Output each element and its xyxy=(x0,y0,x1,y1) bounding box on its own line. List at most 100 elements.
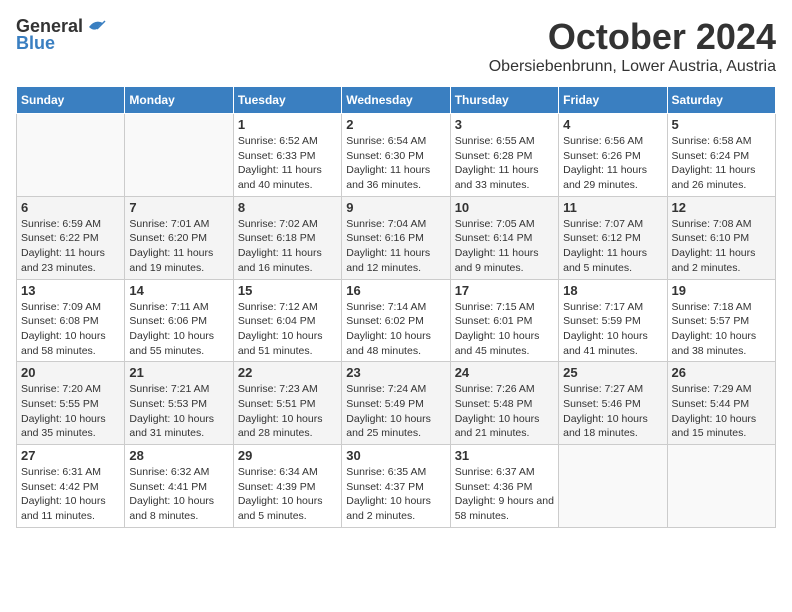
day-info: Sunrise: 7:02 AM Sunset: 6:18 PM Dayligh… xyxy=(238,217,337,276)
calendar-week-row: 1 Sunrise: 6:52 AM Sunset: 6:33 PM Daylig… xyxy=(17,114,776,197)
day-info: Sunrise: 7:27 AM Sunset: 5:46 PM Dayligh… xyxy=(563,382,662,441)
calendar-cell xyxy=(17,114,125,197)
calendar-table: SundayMondayTuesdayWednesdayThursdayFrid… xyxy=(16,86,776,528)
day-info: Sunrise: 7:08 AM Sunset: 6:10 PM Dayligh… xyxy=(672,217,771,276)
day-number: 8 xyxy=(238,200,337,215)
calendar-cell: 26 Sunrise: 7:29 AM Sunset: 5:44 PM Dayli… xyxy=(667,362,775,445)
day-number: 31 xyxy=(455,448,554,463)
day-info: Sunrise: 7:23 AM Sunset: 5:51 PM Dayligh… xyxy=(238,382,337,441)
column-header-friday: Friday xyxy=(559,87,667,114)
day-number: 30 xyxy=(346,448,445,463)
day-number: 12 xyxy=(672,200,771,215)
day-info: Sunrise: 6:37 AM Sunset: 4:36 PM Dayligh… xyxy=(455,465,554,524)
day-info: Sunrise: 7:15 AM Sunset: 6:01 PM Dayligh… xyxy=(455,300,554,359)
day-info: Sunrise: 7:20 AM Sunset: 5:55 PM Dayligh… xyxy=(21,382,120,441)
column-header-monday: Monday xyxy=(125,87,233,114)
calendar-cell: 6Sunrise: 6:59 AM Sunset: 6:22 PM Daylig… xyxy=(17,196,125,279)
day-number: 4 xyxy=(563,117,662,132)
title-block: October 2024 Obersiebenbrunn, Lower Aust… xyxy=(489,16,776,76)
day-info: Sunrise: 6:52 AM Sunset: 6:33 PM Dayligh… xyxy=(238,134,337,193)
day-number: 9 xyxy=(346,200,445,215)
calendar-cell: 8 Sunrise: 7:02 AM Sunset: 6:18 PM Daylig… xyxy=(233,196,341,279)
day-number: 3 xyxy=(455,117,554,132)
calendar-cell: 2Sunrise: 6:54 AM Sunset: 6:30 PM Daylig… xyxy=(342,114,450,197)
day-info: Sunrise: 7:26 AM Sunset: 5:48 PM Dayligh… xyxy=(455,382,554,441)
day-number: 20 xyxy=(21,365,120,380)
day-info: Sunrise: 6:34 AM Sunset: 4:39 PM Dayligh… xyxy=(238,465,337,524)
calendar-cell: 4 Sunrise: 6:56 AM Sunset: 6:26 PM Daylig… xyxy=(559,114,667,197)
day-number: 24 xyxy=(455,365,554,380)
calendar-cell: 16 Sunrise: 7:14 AM Sunset: 6:02 PM Dayli… xyxy=(342,279,450,362)
day-number: 29 xyxy=(238,448,337,463)
day-number: 25 xyxy=(563,365,662,380)
day-number: 17 xyxy=(455,283,554,298)
day-info: Sunrise: 7:11 AM Sunset: 6:06 PM Dayligh… xyxy=(129,300,228,359)
calendar-cell: 5Sunrise: 6:58 AM Sunset: 6:24 PM Daylig… xyxy=(667,114,775,197)
calendar-cell xyxy=(667,445,775,528)
day-number: 26 xyxy=(672,365,771,380)
column-header-thursday: Thursday xyxy=(450,87,558,114)
day-info: Sunrise: 7:29 AM Sunset: 5:44 PM Dayligh… xyxy=(672,382,771,441)
calendar-cell: 1 Sunrise: 6:52 AM Sunset: 6:33 PM Daylig… xyxy=(233,114,341,197)
calendar-cell: 10 Sunrise: 7:05 AM Sunset: 6:14 PM Dayli… xyxy=(450,196,558,279)
day-info: Sunrise: 7:17 AM Sunset: 5:59 PM Dayligh… xyxy=(563,300,662,359)
calendar-cell: 13Sunrise: 7:09 AM Sunset: 6:08 PM Dayli… xyxy=(17,279,125,362)
day-number: 14 xyxy=(129,283,228,298)
day-info: Sunrise: 7:07 AM Sunset: 6:12 PM Dayligh… xyxy=(563,217,662,276)
calendar-cell: 15 Sunrise: 7:12 AM Sunset: 6:04 PM Dayli… xyxy=(233,279,341,362)
day-number: 11 xyxy=(563,200,662,215)
calendar-cell: 28Sunrise: 6:32 AM Sunset: 4:41 PM Dayli… xyxy=(125,445,233,528)
day-number: 10 xyxy=(455,200,554,215)
day-info: Sunrise: 6:56 AM Sunset: 6:26 PM Dayligh… xyxy=(563,134,662,193)
calendar-week-row: 27Sunrise: 6:31 AM Sunset: 4:42 PM Dayli… xyxy=(17,445,776,528)
day-info: Sunrise: 6:55 AM Sunset: 6:28 PM Dayligh… xyxy=(455,134,554,193)
column-header-sunday: Sunday xyxy=(17,87,125,114)
day-info: Sunrise: 7:05 AM Sunset: 6:14 PM Dayligh… xyxy=(455,217,554,276)
day-info: Sunrise: 6:58 AM Sunset: 6:24 PM Dayligh… xyxy=(672,134,771,193)
calendar-cell: 11 Sunrise: 7:07 AM Sunset: 6:12 PM Dayli… xyxy=(559,196,667,279)
calendar-cell: 19 Sunrise: 7:18 AM Sunset: 5:57 PM Dayli… xyxy=(667,279,775,362)
calendar-cell: 29 Sunrise: 6:34 AM Sunset: 4:39 PM Dayli… xyxy=(233,445,341,528)
calendar-cell: 30 Sunrise: 6:35 AM Sunset: 4:37 PM Dayli… xyxy=(342,445,450,528)
calendar-cell: 22Sunrise: 7:23 AM Sunset: 5:51 PM Dayli… xyxy=(233,362,341,445)
day-info: Sunrise: 7:12 AM Sunset: 6:04 PM Dayligh… xyxy=(238,300,337,359)
calendar-cell: 25 Sunrise: 7:27 AM Sunset: 5:46 PM Dayli… xyxy=(559,362,667,445)
day-number: 23 xyxy=(346,365,445,380)
calendar-week-row: 13Sunrise: 7:09 AM Sunset: 6:08 PM Dayli… xyxy=(17,279,776,362)
day-number: 18 xyxy=(563,283,662,298)
calendar-cell: 7 Sunrise: 7:01 AM Sunset: 6:20 PM Daylig… xyxy=(125,196,233,279)
day-info: Sunrise: 7:14 AM Sunset: 6:02 PM Dayligh… xyxy=(346,300,445,359)
day-number: 19 xyxy=(672,283,771,298)
logo-blue-text: Blue xyxy=(16,33,55,54)
calendar-cell xyxy=(125,114,233,197)
day-info: Sunrise: 7:24 AM Sunset: 5:49 PM Dayligh… xyxy=(346,382,445,441)
day-info: Sunrise: 7:01 AM Sunset: 6:20 PM Dayligh… xyxy=(129,217,228,276)
calendar-cell: 21Sunrise: 7:21 AM Sunset: 5:53 PM Dayli… xyxy=(125,362,233,445)
calendar-cell: 24 Sunrise: 7:26 AM Sunset: 5:48 PM Dayli… xyxy=(450,362,558,445)
calendar-cell: 23 Sunrise: 7:24 AM Sunset: 5:49 PM Dayli… xyxy=(342,362,450,445)
day-number: 7 xyxy=(129,200,228,215)
day-info: Sunrise: 6:32 AM Sunset: 4:41 PM Dayligh… xyxy=(129,465,228,524)
calendar-cell: 17 Sunrise: 7:15 AM Sunset: 6:01 PM Dayli… xyxy=(450,279,558,362)
day-info: Sunrise: 6:54 AM Sunset: 6:30 PM Dayligh… xyxy=(346,134,445,193)
calendar-cell: 20 Sunrise: 7:20 AM Sunset: 5:55 PM Dayli… xyxy=(17,362,125,445)
calendar-cell: 9Sunrise: 7:04 AM Sunset: 6:16 PM Daylig… xyxy=(342,196,450,279)
day-number: 15 xyxy=(238,283,337,298)
day-info: Sunrise: 6:35 AM Sunset: 4:37 PM Dayligh… xyxy=(346,465,445,524)
logo-bird-icon xyxy=(85,17,107,37)
calendar-cell: 27Sunrise: 6:31 AM Sunset: 4:42 PM Dayli… xyxy=(17,445,125,528)
day-number: 1 xyxy=(238,117,337,132)
calendar-cell xyxy=(559,445,667,528)
day-number: 13 xyxy=(21,283,120,298)
location-title: Obersiebenbrunn, Lower Austria, Austria xyxy=(489,58,776,76)
calendar-cell: 18 Sunrise: 7:17 AM Sunset: 5:59 PM Dayli… xyxy=(559,279,667,362)
page-header: General Blue October 2024 Obersiebenbrun… xyxy=(16,16,776,76)
column-header-saturday: Saturday xyxy=(667,87,775,114)
calendar-header-row: SundayMondayTuesdayWednesdayThursdayFrid… xyxy=(17,87,776,114)
calendar-week-row: 20 Sunrise: 7:20 AM Sunset: 5:55 PM Dayli… xyxy=(17,362,776,445)
logo: General Blue xyxy=(16,16,107,54)
day-number: 6 xyxy=(21,200,120,215)
day-number: 16 xyxy=(346,283,445,298)
day-info: Sunrise: 7:18 AM Sunset: 5:57 PM Dayligh… xyxy=(672,300,771,359)
calendar-cell: 31 Sunrise: 6:37 AM Sunset: 4:36 PM Dayli… xyxy=(450,445,558,528)
